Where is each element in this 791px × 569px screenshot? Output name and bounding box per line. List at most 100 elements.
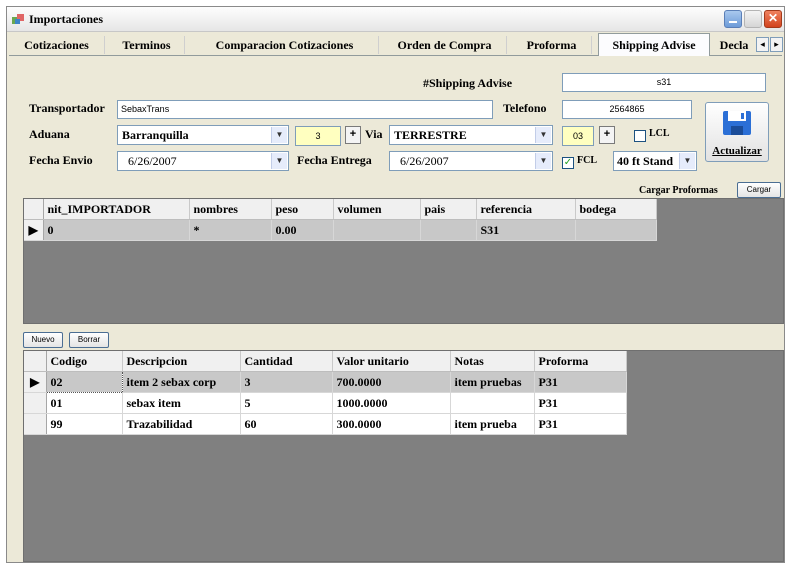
tab-scroll-left-icon[interactable]: ◂ <box>756 37 769 52</box>
transportador-label: Transportador <box>29 101 105 115</box>
fecha-entrega-picker[interactable]: 6/26/2007 ▼ <box>389 151 553 171</box>
tab-declaracion[interactable]: Decla <box>713 36 755 54</box>
table-cell[interactable] <box>333 219 421 241</box>
tab-comparacion-cotizaciones[interactable]: Comparacion Cotizaciones <box>191 36 379 54</box>
table-cell[interactable]: 300.0000 <box>332 413 451 435</box>
current-row-pointer-icon[interactable]: ▶ <box>24 371 47 393</box>
aduana-combo[interactable]: Barranquilla ▼ <box>117 125 289 145</box>
importador-grid[interactable]: nit_IMPORTADOR nombres peso volumen pais… <box>23 198 784 324</box>
column-header[interactable]: volumen <box>333 199 421 220</box>
table-cell[interactable]: Trazabilidad <box>122 413 241 435</box>
table-cell[interactable]: item prueba <box>450 413 535 435</box>
fcl-label: FCL <box>577 155 597 166</box>
fecha-envio-picker[interactable]: 6/26/2007 ▼ <box>117 151 289 171</box>
row-header[interactable] <box>24 392 47 414</box>
column-header[interactable]: Proforma <box>534 351 627 372</box>
table-cell[interactable]: 01 <box>46 392 123 414</box>
column-header[interactable]: Cantidad <box>240 351 333 372</box>
via-label: Via <box>365 127 383 141</box>
table-cell[interactable]: 0.00 <box>271 219 334 241</box>
fcl-checkbox[interactable]: ✓ <box>562 157 574 169</box>
table-row[interactable]: 01 sebax item 5 1000.0000 P31 <box>24 392 627 414</box>
table-cell[interactable]: P31 <box>534 413 627 435</box>
column-header[interactable]: nit_IMPORTADOR <box>43 199 190 220</box>
table-row[interactable]: ▶ 02 item 2 sebax corp 3 700.0000 item p… <box>24 371 627 393</box>
lcl-checkbox[interactable] <box>634 130 646 142</box>
tab-shipping-advise[interactable]: Shipping Advise <box>598 33 710 56</box>
column-header[interactable]: nombres <box>189 199 272 220</box>
table-row[interactable]: ▶ 0 * 0.00 S31 <box>24 219 657 241</box>
table-row[interactable]: 99 Trazabilidad 60 300.0000 item prueba … <box>24 413 627 435</box>
importador-table: nit_IMPORTADOR nombres peso volumen pais… <box>24 199 657 241</box>
chevron-down-icon[interactable]: ▼ <box>271 127 287 143</box>
cargar-button[interactable]: Cargar <box>737 182 781 198</box>
table-cell[interactable] <box>450 392 535 414</box>
current-row-pointer-icon[interactable]: ▶ <box>24 219 44 241</box>
tab-strip: Cotizaciones Terminos Comparacion Cotiza… <box>9 33 783 56</box>
window-title: Importaciones <box>29 12 103 26</box>
fecha-envio-value: 6/26/2007 <box>128 154 177 168</box>
column-header[interactable]: Notas <box>450 351 535 372</box>
tab-orden-de-compra[interactable]: Orden de Compra <box>383 36 507 54</box>
column-header[interactable]: Valor unitario <box>332 351 451 372</box>
calendar-dropdown-icon[interactable]: ▼ <box>271 153 287 169</box>
telefono-field[interactable]: 2564865 <box>562 100 692 119</box>
table-cell[interactable] <box>420 219 477 241</box>
items-grid[interactable]: Codigo Descripcion Cantidad Valor unitar… <box>23 350 784 562</box>
column-header[interactable]: peso <box>271 199 334 220</box>
table-cell[interactable]: 5 <box>240 392 333 414</box>
table-cell[interactable]: * <box>189 219 272 241</box>
tab-cotizaciones[interactable]: Cotizaciones <box>9 36 105 54</box>
telefono-label: Telefono <box>503 101 547 115</box>
borrar-button[interactable]: Borrar <box>69 332 109 348</box>
actualizar-button[interactable]: Actualizar <box>705 102 769 162</box>
chevron-down-icon[interactable]: ▼ <box>535 127 551 143</box>
table-cell[interactable]: P31 <box>534 392 627 414</box>
tab-proforma[interactable]: Proforma <box>512 36 592 54</box>
via-combo[interactable]: TERRESTRE ▼ <box>389 125 553 145</box>
table-cell[interactable]: 1000.0000 <box>332 392 451 414</box>
table-cell[interactable]: sebax item <box>122 392 241 414</box>
row-header-corner <box>24 199 44 220</box>
via-add-button[interactable]: + <box>599 126 615 144</box>
column-header[interactable]: bodega <box>575 199 657 220</box>
table-cell[interactable] <box>575 219 657 241</box>
column-header[interactable]: Descripcion <box>122 351 241 372</box>
tab-scroll-right-icon[interactable]: ▸ <box>770 37 783 52</box>
table-cell[interactable]: item pruebas <box>450 371 535 393</box>
column-header[interactable]: pais <box>420 199 477 220</box>
via-code-field[interactable]: 03 <box>562 126 594 146</box>
title-bar[interactable]: Importaciones ✕ <box>7 7 784 32</box>
lcl-label: LCL <box>649 128 670 139</box>
tab-terminos[interactable]: Terminos <box>109 36 185 54</box>
table-cell[interactable]: P31 <box>534 371 627 393</box>
row-header[interactable] <box>24 413 47 435</box>
table-cell[interactable]: item 2 sebax corp <box>122 371 241 393</box>
shipping-advise-panel: #Shipping Advise s31 Transportador Sebax… <box>9 56 784 562</box>
nuevo-button[interactable]: Nuevo <box>23 332 63 348</box>
table-cell[interactable]: 3 <box>240 371 333 393</box>
minimize-button[interactable] <box>724 10 742 28</box>
table-cell[interactable]: 700.0000 <box>332 371 451 393</box>
fecha-entrega-label: Fecha Entrega <box>297 153 372 167</box>
grid-header-row: Codigo Descripcion Cantidad Valor unitar… <box>24 351 627 372</box>
transportador-field[interactable]: SebaxTrans <box>117 100 493 119</box>
items-table: Codigo Descripcion Cantidad Valor unitar… <box>24 351 627 435</box>
table-cell[interactable]: S31 <box>476 219 576 241</box>
aduana-add-button[interactable]: + <box>345 126 361 144</box>
calendar-dropdown-icon[interactable]: ▼ <box>535 153 551 169</box>
chevron-down-icon[interactable]: ▼ <box>679 153 695 169</box>
table-cell[interactable]: 02 <box>45 371 123 393</box>
container-combo[interactable]: 40 ft Stand ▼ <box>613 151 697 171</box>
aduana-code-field[interactable]: 3 <box>295 126 341 146</box>
table-cell[interactable]: 0 <box>43 219 190 241</box>
maximize-button[interactable] <box>744 10 762 28</box>
aduana-combo-value: Barranquilla <box>122 128 189 142</box>
table-cell[interactable]: 99 <box>46 413 123 435</box>
table-cell[interactable]: 60 <box>240 413 333 435</box>
column-header[interactable]: Codigo <box>46 351 123 372</box>
close-button[interactable]: ✕ <box>764 10 782 28</box>
save-icon <box>723 111 751 135</box>
shipping-advise-field[interactable]: s31 <box>562 73 766 92</box>
column-header[interactable]: referencia <box>476 199 576 220</box>
